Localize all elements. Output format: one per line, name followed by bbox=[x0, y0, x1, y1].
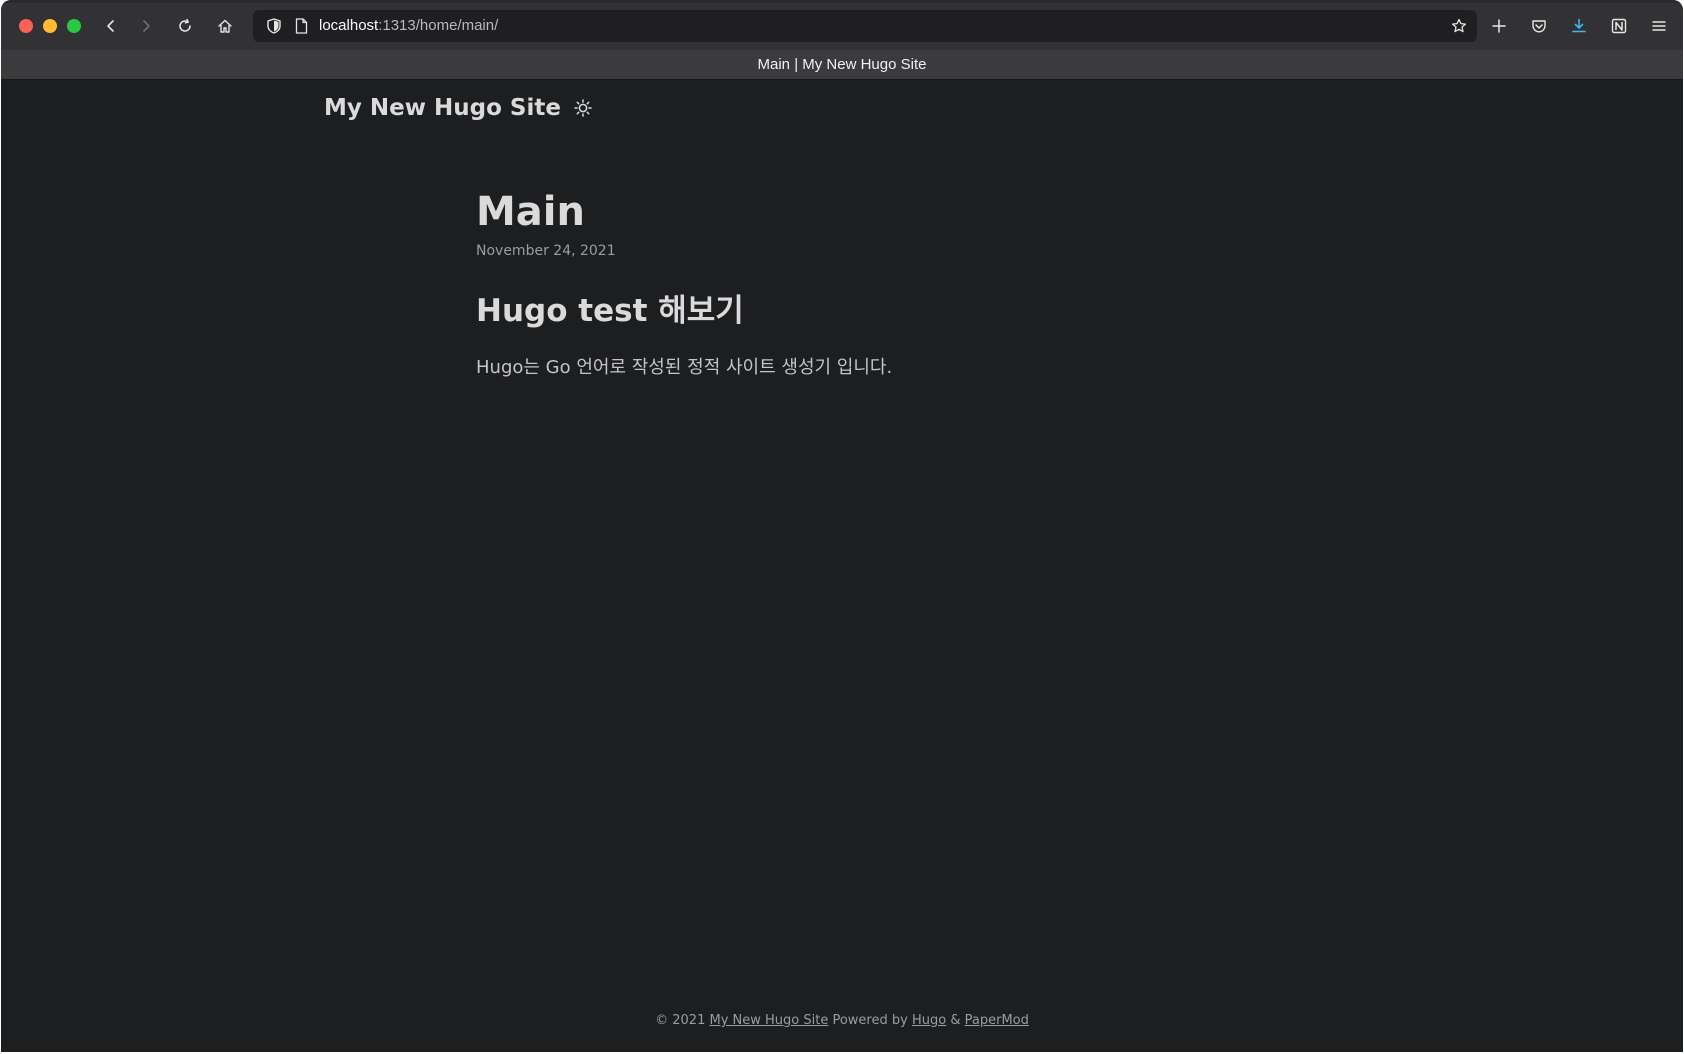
home-button[interactable] bbox=[211, 12, 239, 40]
chevron-right-icon bbox=[143, 20, 150, 32]
bookmark-star-icon[interactable] bbox=[1451, 18, 1467, 38]
app-menu-button[interactable] bbox=[1645, 12, 1673, 40]
reload-icon bbox=[179, 18, 191, 32]
footer-copyright: © 2021 bbox=[655, 1013, 706, 1028]
pocket-icon bbox=[1532, 20, 1546, 33]
reload-button[interactable] bbox=[171, 12, 199, 40]
browser-toolbar: localhost:1313/home/main/ bbox=[1, 0, 1683, 50]
site-header: My New Hugo Site bbox=[324, 95, 593, 121]
zoom-window-button[interactable] bbox=[67, 19, 81, 33]
footer-papermod-link[interactable]: PaperMod bbox=[965, 1013, 1029, 1028]
notion-icon bbox=[1611, 18, 1627, 34]
pocket-button[interactable] bbox=[1525, 12, 1553, 40]
url-path: :1313/home/main/ bbox=[378, 17, 499, 34]
window-title: Main | My New Hugo Site bbox=[1, 50, 1683, 80]
minimize-window-button[interactable] bbox=[43, 19, 57, 33]
site-title-link[interactable]: My New Hugo Site bbox=[324, 95, 561, 121]
url-text[interactable]: localhost:1313/home/main/ bbox=[319, 17, 498, 34]
new-tab-button[interactable] bbox=[1485, 12, 1513, 40]
forward-button[interactable] bbox=[132, 12, 160, 40]
post-heading: Hugo test 해보기 bbox=[476, 293, 744, 329]
post-paragraph: Hugo는 Go 언어로 작성된 정적 사이트 생성기 입니다. bbox=[476, 357, 893, 378]
hamburger-menu-icon bbox=[1652, 21, 1666, 31]
download-icon bbox=[1572, 18, 1586, 33]
site-footer: © 2021 My New Hugo Site Powered by Hugo … bbox=[1, 1013, 1683, 1028]
close-window-button[interactable] bbox=[19, 19, 33, 33]
browser-window: localhost:1313/home/main/ Main | My New … bbox=[1, 0, 1683, 1052]
home-icon bbox=[218, 19, 232, 33]
address-bar[interactable]: localhost:1313/home/main/ bbox=[253, 10, 1477, 42]
page-info-icon[interactable] bbox=[295, 18, 308, 38]
back-button[interactable] bbox=[97, 12, 125, 40]
plus-icon bbox=[1492, 19, 1506, 33]
url-host: localhost bbox=[319, 17, 379, 34]
footer-powered-by: Powered by bbox=[832, 1013, 908, 1028]
post-article: Main November 24, 2021 Hugo test 해보기 Hug… bbox=[476, 185, 1236, 381]
footer-ampersand: & bbox=[950, 1013, 961, 1028]
chevron-left-icon bbox=[107, 20, 114, 32]
sun-icon bbox=[574, 99, 592, 117]
footer-site-link[interactable]: My New Hugo Site bbox=[709, 1013, 828, 1028]
footer-hugo-link[interactable]: Hugo bbox=[912, 1013, 946, 1028]
tracking-protection-shield-icon[interactable] bbox=[267, 18, 281, 38]
post-title: Main bbox=[476, 189, 585, 235]
theme-toggle-button[interactable] bbox=[573, 98, 593, 118]
post-date: November 24, 2021 bbox=[476, 243, 616, 259]
downloads-button[interactable] bbox=[1565, 12, 1593, 40]
notion-extension-button[interactable] bbox=[1605, 12, 1633, 40]
